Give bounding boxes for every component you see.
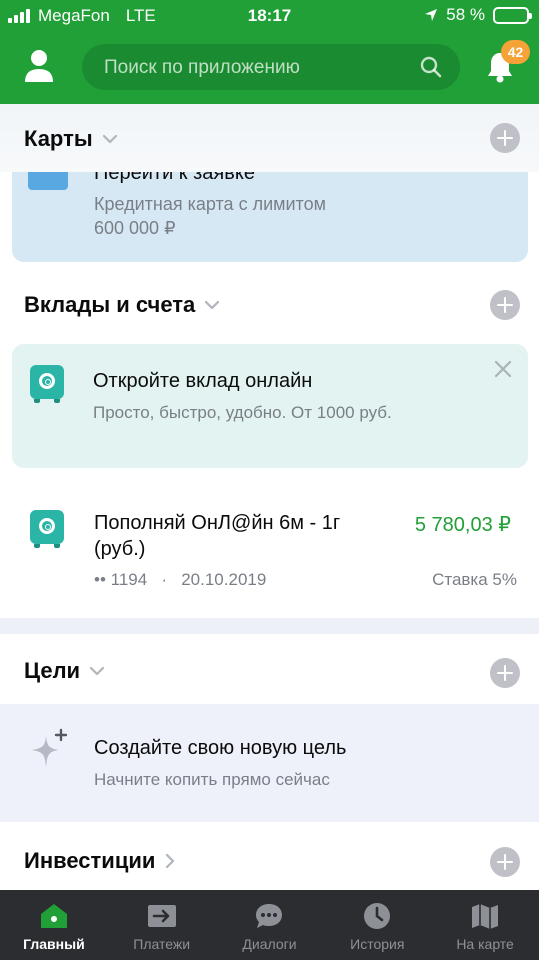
- notifications-badge: 42: [501, 40, 530, 64]
- credit-offer-limit: 600 000 ₽: [94, 218, 176, 238]
- open-deposit-promo[interactable]: Откройте вклад онлайн Просто, быстро, уд…: [12, 344, 528, 468]
- goal-promo-title: Создайте свою новую цель: [94, 737, 347, 759]
- profile-button[interactable]: [22, 48, 56, 84]
- status-bar: MegaFon LTE 18:17 58 %: [0, 0, 539, 32]
- investments-section: Инвестиции: [0, 822, 539, 890]
- tab-home[interactable]: Главный: [0, 890, 108, 960]
- goal-promo-subtitle: Начните копить прямо сейчас: [94, 770, 330, 789]
- add-card-button[interactable]: [490, 123, 520, 153]
- account-balance: 5 780,03 ₽: [414, 514, 511, 536]
- tab-label: На карте: [456, 936, 514, 952]
- meta-separator: ·: [151, 570, 177, 589]
- add-investment-button[interactable]: [490, 847, 520, 877]
- section-divider: [0, 618, 539, 634]
- credit-offer-subtitle: Кредитная карта с лимитом: [94, 194, 326, 214]
- tab-label: Платежи: [133, 936, 191, 952]
- map-icon: [472, 904, 499, 929]
- goals-title: Цели: [24, 658, 81, 683]
- add-deposit-button[interactable]: [490, 290, 520, 320]
- investments-title-group[interactable]: Инвестиции: [24, 848, 175, 874]
- tab-bar: Главный Платежи Диалоги История На карте: [0, 890, 539, 960]
- investments-title: Инвестиции: [24, 848, 156, 873]
- safe-legs: [30, 399, 64, 403]
- chevron-down-icon: [205, 300, 220, 310]
- app-header: MegaFon LTE 18:17 58 % Поиск по приложен…: [0, 0, 539, 104]
- main-content: Карты Перейти к заявке Кредитная карта с…: [0, 104, 539, 890]
- tab-label: Диалоги: [242, 936, 297, 952]
- promo-subtitle: Просто, быстро, удобно. От 1000 руб.: [93, 403, 392, 422]
- add-goal-button[interactable]: [490, 658, 520, 688]
- home-icon: [40, 904, 67, 928]
- deposits-section: Вклады и счета Откройте вклад онлайн Про…: [0, 272, 539, 618]
- chevron-right-icon: [166, 854, 175, 868]
- account-name-currency: (руб.): [94, 538, 146, 560]
- promo-title: Откройте вклад онлайн: [93, 370, 313, 392]
- safe-icon: [30, 510, 64, 544]
- cards-title: Карты: [24, 126, 93, 151]
- tab-payments[interactable]: Платежи: [108, 890, 216, 960]
- goals-title-group[interactable]: Цели: [24, 658, 105, 684]
- close-icon[interactable]: [494, 360, 512, 378]
- transfer-icon: [147, 905, 176, 927]
- tab-dialogs[interactable]: Диалоги: [216, 890, 324, 960]
- account-meta: •• 1194 · 20.10.2019: [94, 570, 266, 590]
- search-placeholder: Поиск по приложению: [104, 57, 300, 78]
- location-arrow-icon: [425, 9, 438, 21]
- account-number: •• 1194: [94, 570, 148, 589]
- safe-legs: [30, 544, 64, 548]
- status-right: 58 %: [424, 5, 532, 25]
- tab-history[interactable]: История: [323, 890, 431, 960]
- cards-title-group[interactable]: Карты: [24, 126, 117, 152]
- battery-icon: [493, 6, 532, 24]
- user-icon: [25, 50, 53, 82]
- search-icon: [420, 56, 442, 78]
- safe-icon: [30, 365, 64, 399]
- search-input[interactable]: Поиск по приложению: [82, 44, 460, 90]
- battery-percent: 58 %: [446, 5, 485, 24]
- chevron-down-icon: [90, 666, 105, 676]
- deposits-title: Вклады и счета: [24, 292, 196, 317]
- sparkle-plus-icon: [32, 728, 68, 768]
- clock-icon: [364, 903, 391, 929]
- account-date: 20.10.2019: [181, 570, 267, 589]
- tab-label: История: [350, 936, 405, 952]
- chat-icon: [256, 904, 283, 928]
- tab-map[interactable]: На карте: [431, 890, 539, 960]
- create-goal-promo[interactable]: Создайте свою новую цель Начните копить …: [0, 704, 539, 822]
- tab-label: Главный: [23, 936, 85, 952]
- goals-section: Цели Создайте свою новую цель Начните ко…: [0, 634, 539, 822]
- account-rate: Ставка 5%: [432, 570, 517, 589]
- deposits-title-group[interactable]: Вклады и счета: [24, 292, 220, 318]
- account-name: Пополняй ОнЛ@йн 6м - 1г: [94, 512, 341, 534]
- chevron-down-icon: [102, 134, 117, 144]
- cards-section-header[interactable]: Карты: [0, 104, 539, 172]
